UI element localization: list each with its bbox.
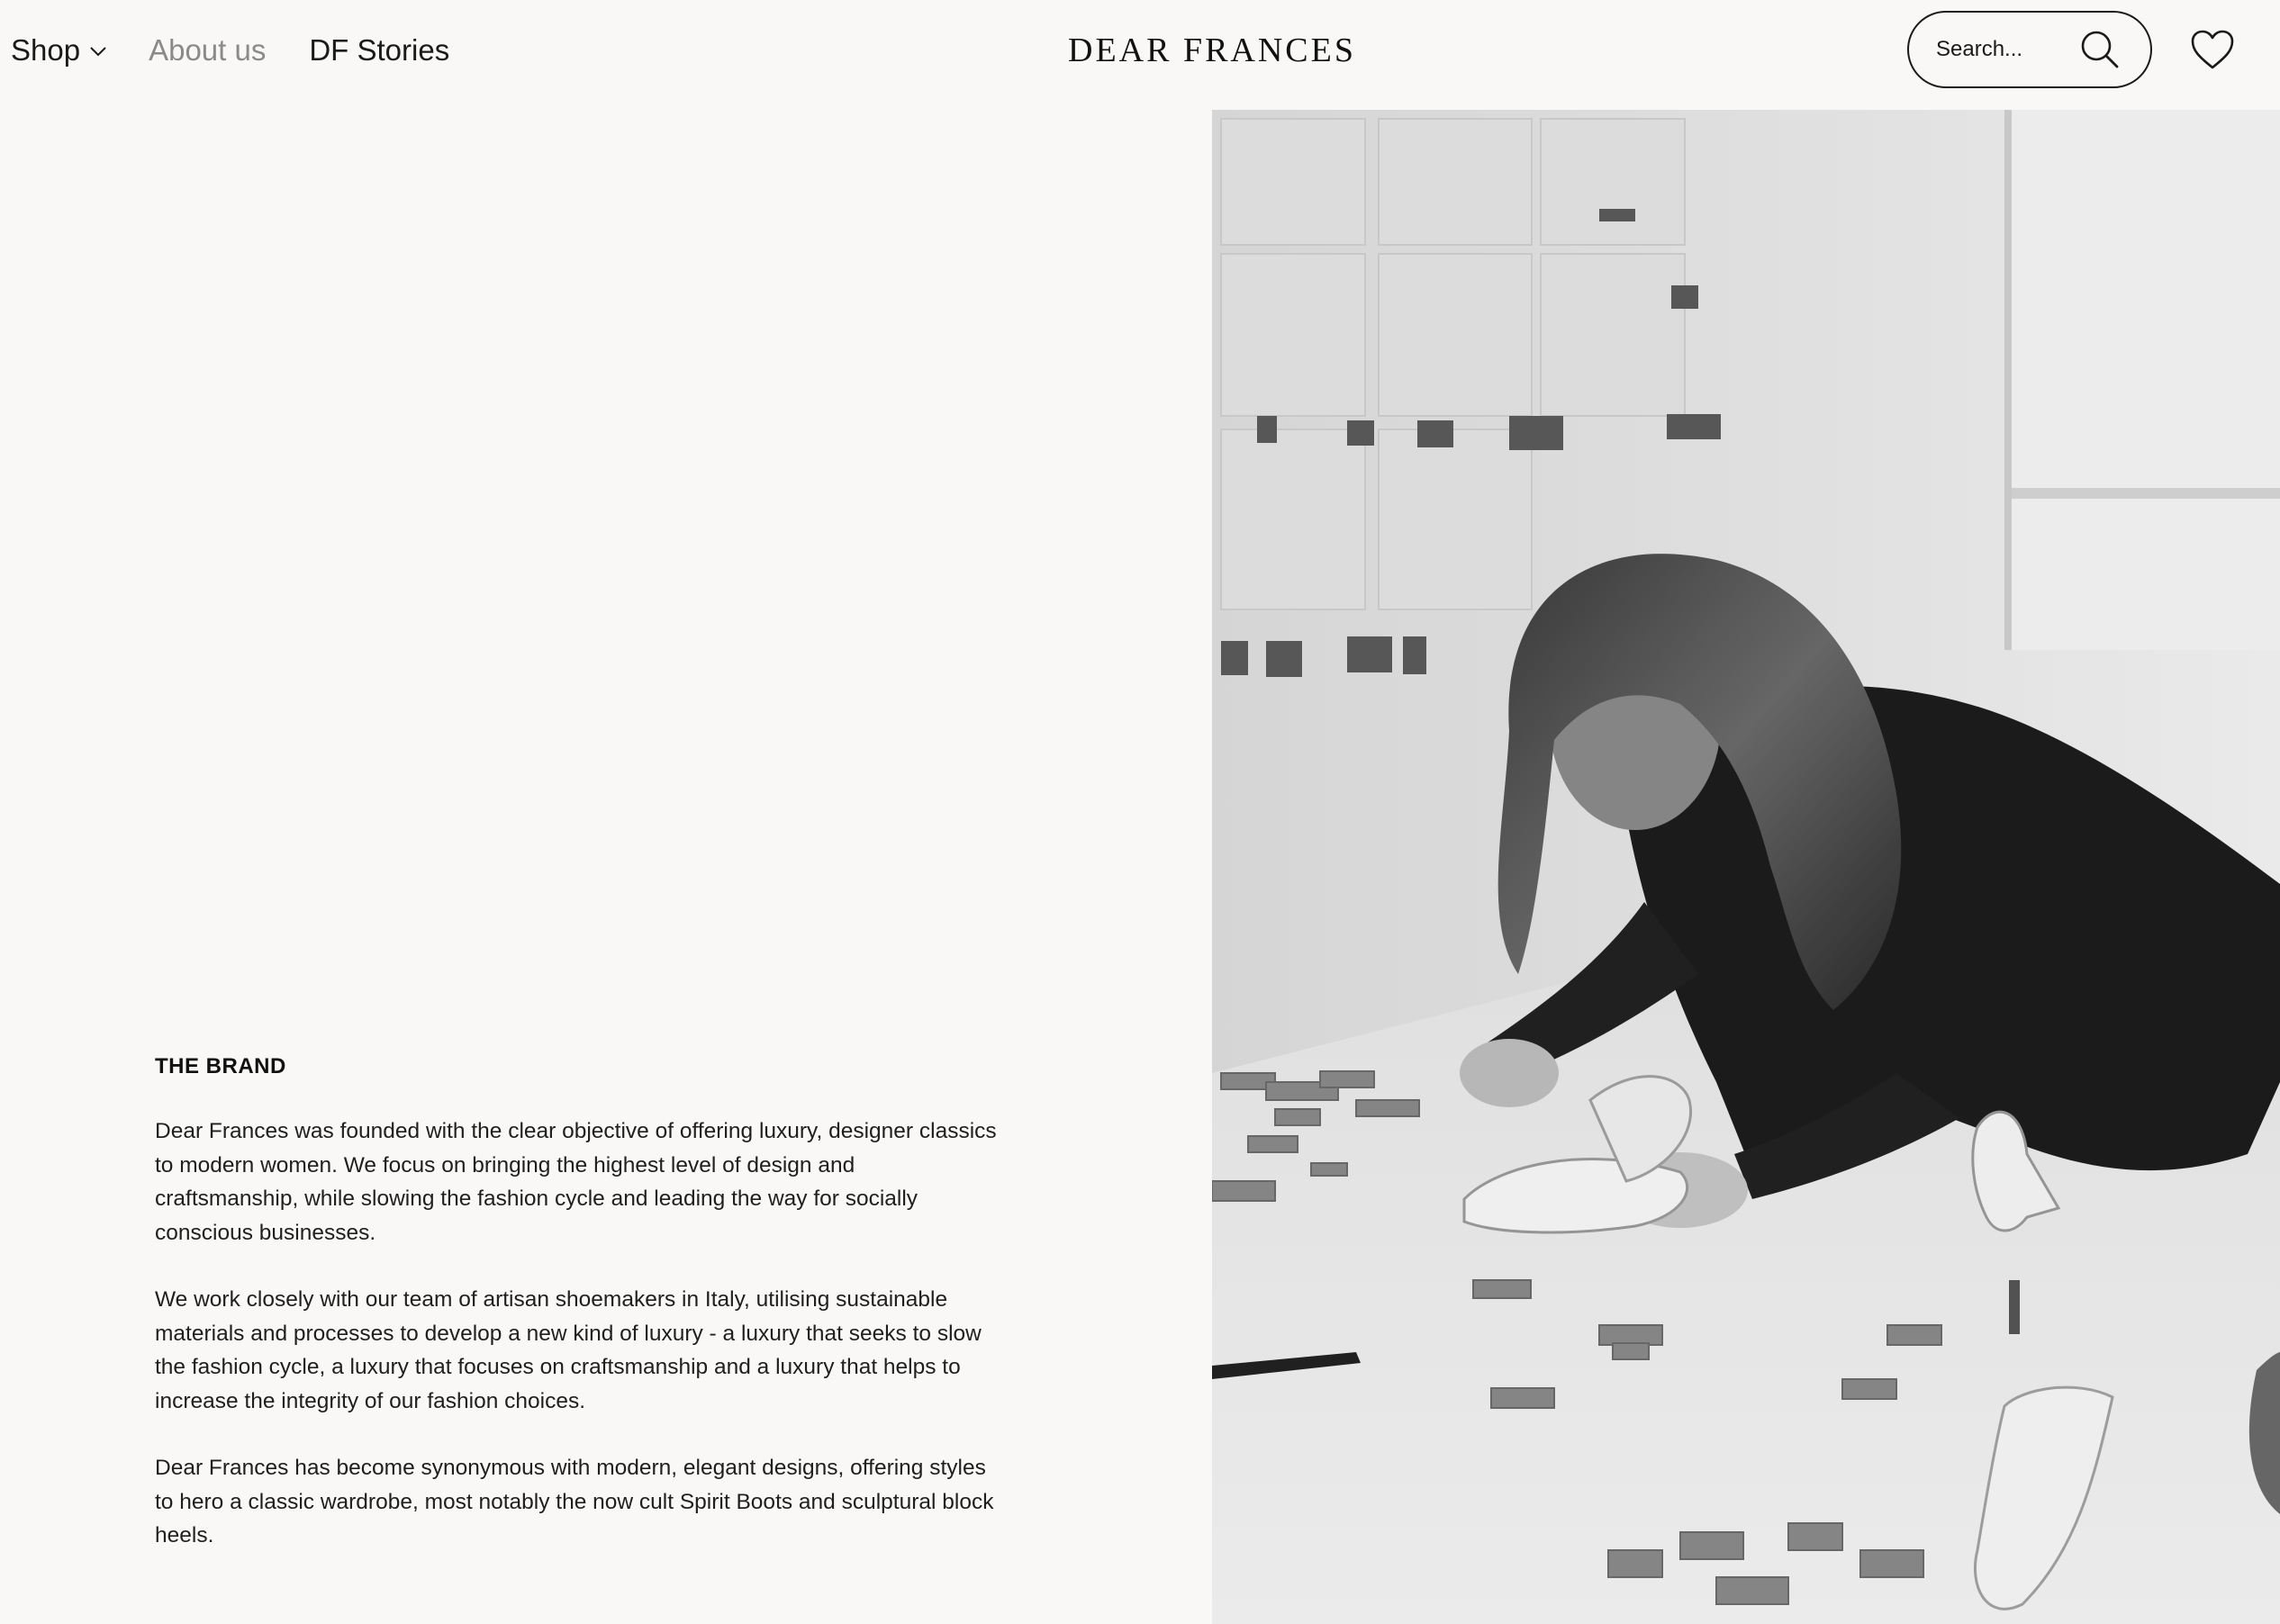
designer-photo-illustration	[1212, 110, 2280, 1624]
search-icon[interactable]	[2080, 30, 2120, 69]
heart-icon[interactable]	[2190, 29, 2235, 70]
brand-text-block: THE BRAND Dear Frances was founded with …	[155, 1053, 1001, 1586]
brand-paragraph-3: Dear Frances has become synonymous with …	[155, 1456, 994, 1547]
main-nav: Shop About us DF Stories	[11, 27, 449, 74]
designer-photo	[1212, 110, 2280, 1624]
chevron-down-icon	[90, 47, 106, 57]
nav-shop[interactable]: Shop	[11, 27, 107, 74]
brand-story-panel: THE BRAND Dear Frances was founded with …	[0, 110, 1212, 1624]
nav-shop-label: Shop	[11, 33, 81, 67]
nav-df-stories[interactable]: DF Stories	[309, 27, 449, 74]
brand-logo[interactable]: DEAR FRANCES	[1068, 32, 1356, 69]
nav-about-us[interactable]: About us	[149, 27, 266, 74]
nav-df-stories-label: DF Stories	[309, 33, 450, 67]
site-header: Shop About us DF Stories DEAR FRANCES	[0, 0, 2280, 110]
search-input[interactable]	[1936, 37, 2080, 62]
brand-paragraph-2: We work closely with our team of artisan…	[155, 1287, 982, 1413]
section-title: THE BRAND	[155, 1054, 286, 1078]
search-box	[1907, 11, 2152, 88]
brand-paragraph-1: Dear Frances was founded with the clear …	[155, 1119, 997, 1245]
nav-about-us-label: About us	[149, 33, 267, 67]
